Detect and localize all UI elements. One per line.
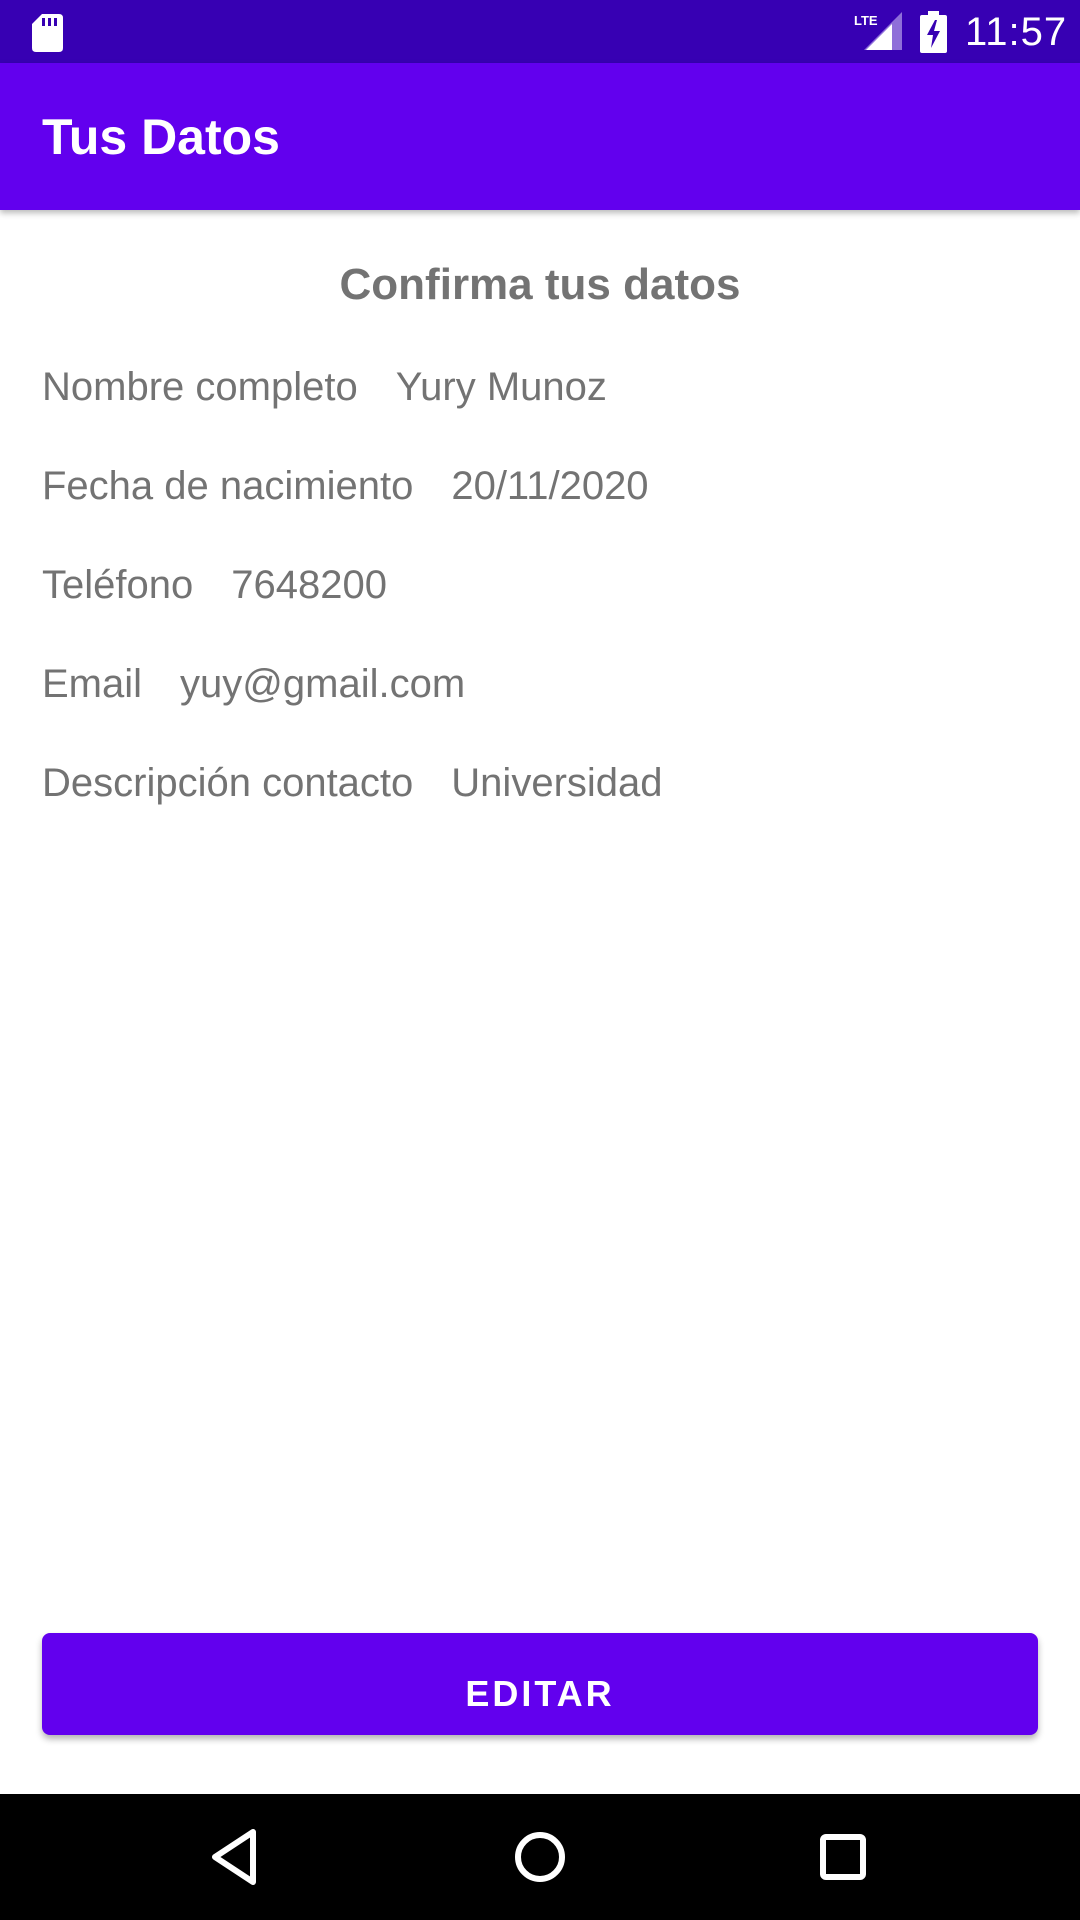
lte-signal-icon: LTE <box>854 12 902 50</box>
recents-icon[interactable] <box>810 1824 876 1890</box>
field-value: 20/11/2020 <box>451 464 649 508</box>
field-row-fecha: Fecha de nacimiento 20/11/2020 <box>42 461 649 511</box>
field-row-descripcion: Descripción contacto Universidad <box>42 758 663 808</box>
app-bar-title: Tus Datos <box>42 109 280 165</box>
home-icon[interactable] <box>507 1824 573 1890</box>
app-bar: Tus Datos <box>0 63 1080 210</box>
field-label: Fecha de nacimiento <box>42 464 414 508</box>
screen: LTE 11:57 Tus Datos Confirma tus datos N… <box>0 0 1080 1920</box>
status-time: 11:57 <box>965 10 1068 54</box>
edit-button[interactable]: EDITAR <box>42 1633 1038 1735</box>
field-value: Universidad <box>451 761 663 805</box>
field-value: yuy@gmail.com <box>180 662 466 706</box>
sd-card-icon <box>32 14 63 52</box>
field-row-nombre: Nombre completo Yury Munoz <box>42 362 607 412</box>
field-value: 7648200 <box>231 563 387 607</box>
field-label: Email <box>42 662 143 706</box>
field-row-email: Email yuy@gmail.com <box>42 659 465 709</box>
page-heading: Confirma tus datos <box>339 260 741 309</box>
navigation-bar <box>0 1794 1080 1920</box>
field-label: Teléfono <box>42 563 194 607</box>
battery-charging-icon <box>920 11 947 53</box>
back-icon[interactable] <box>203 1824 269 1890</box>
field-value: Yury Munoz <box>395 365 607 409</box>
field-label: Descripción contacto <box>42 761 414 805</box>
status-bar: LTE 11:57 <box>0 0 1080 63</box>
field-row-telefono: Teléfono 7648200 <box>42 560 387 610</box>
lte-label: LTE <box>854 13 878 28</box>
field-label: Nombre completo <box>42 365 358 409</box>
